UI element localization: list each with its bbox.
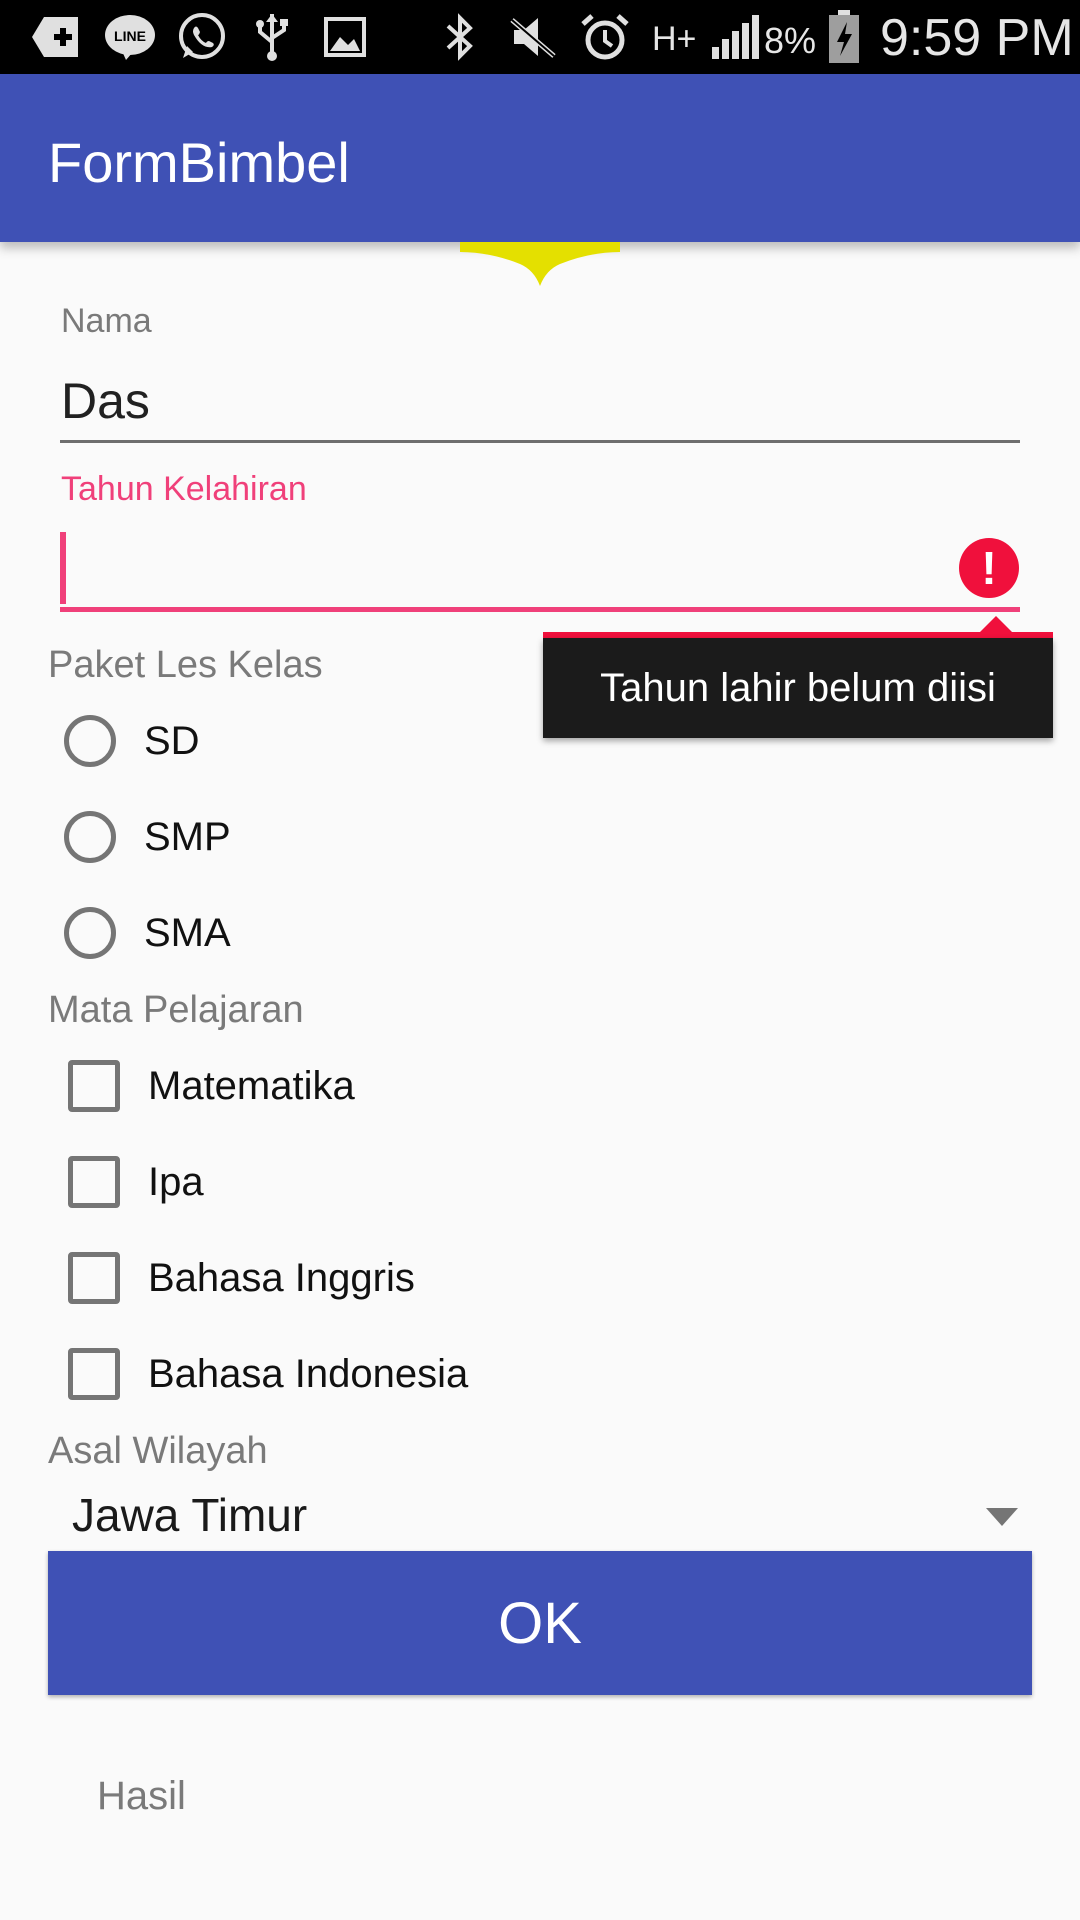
year-underline-error xyxy=(60,607,1020,612)
network-type: H+ xyxy=(652,20,697,58)
bluetooth-icon xyxy=(438,12,482,62)
radio-smp[interactable]: SMP xyxy=(64,802,231,872)
text-cursor xyxy=(60,532,66,604)
radio-label: SMA xyxy=(144,910,231,955)
mute-icon xyxy=(508,12,558,62)
checkbox-label: Ipa xyxy=(148,1159,204,1204)
overscroll-glow xyxy=(460,242,620,286)
package-heading: Paket Les Kelas xyxy=(48,644,323,686)
whatsapp-icon xyxy=(174,12,230,62)
checkbox-ipa[interactable]: Ipa xyxy=(68,1147,204,1217)
radio-label: SMP xyxy=(144,814,231,859)
radio-circle[interactable] xyxy=(64,715,116,767)
name-input[interactable]: Das xyxy=(61,372,150,430)
name-label: Nama xyxy=(61,302,152,340)
checkbox-label: Matematika xyxy=(148,1063,355,1108)
clock: 9:59 PM xyxy=(880,9,1074,67)
image-icon xyxy=(322,12,368,62)
checkbox-label: Bahasa Inggris xyxy=(148,1255,415,1300)
checkbox-matematika[interactable]: Matematika xyxy=(68,1051,355,1121)
name-underline xyxy=(60,440,1020,443)
battery-percent: 8% xyxy=(764,20,817,61)
checkbox-box[interactable] xyxy=(68,1348,120,1400)
region-spinner[interactable]: Jawa Timur xyxy=(48,1482,1032,1552)
region-heading: Asal Wilayah xyxy=(48,1430,268,1472)
app-bar: FormBimbel xyxy=(0,74,1080,242)
subjects-heading: Mata Pelajaran xyxy=(48,989,304,1031)
result-text: Hasil xyxy=(97,1774,186,1818)
radio-circle[interactable] xyxy=(64,811,116,863)
checkbox-box[interactable] xyxy=(68,1156,120,1208)
error-icon: ! xyxy=(959,538,1019,598)
radio-sd[interactable]: SD xyxy=(64,706,200,776)
checkbox-box[interactable] xyxy=(68,1060,120,1112)
error-popup: Tahun lahir belum diisi xyxy=(543,638,1053,738)
checkbox-bahasa-inggris[interactable]: Bahasa Inggris xyxy=(68,1243,415,1313)
line-app-icon: LINE xyxy=(102,12,158,62)
region-selected: Jawa Timur xyxy=(72,1489,308,1541)
signal-icon xyxy=(708,12,764,62)
alarm-icon xyxy=(580,12,630,62)
error-popup-pointer xyxy=(980,616,1012,632)
year-label: Tahun Kelahiran xyxy=(61,470,307,508)
svg-text:LINE: LINE xyxy=(114,28,146,44)
checkbox-bahasa-indonesia[interactable]: Bahasa Indonesia xyxy=(68,1339,468,1409)
usb-icon xyxy=(252,12,292,62)
status-bar: LINE H+ 8% 9:59 PM xyxy=(0,0,1080,74)
radio-label: SD xyxy=(144,718,200,763)
checkbox-box[interactable] xyxy=(68,1252,120,1304)
radio-sma[interactable]: SMA xyxy=(64,898,231,968)
app-title: FormBimbel xyxy=(48,131,350,194)
add-icon xyxy=(28,12,84,62)
dropdown-arrow-icon xyxy=(986,1508,1018,1526)
radio-circle[interactable] xyxy=(64,907,116,959)
error-message: Tahun lahir belum diisi xyxy=(600,665,996,710)
checkbox-label: Bahasa Indonesia xyxy=(148,1351,469,1396)
year-input[interactable] xyxy=(60,520,1020,612)
battery-charging-icon xyxy=(826,10,862,63)
ok-button[interactable]: OK xyxy=(48,1551,1032,1695)
